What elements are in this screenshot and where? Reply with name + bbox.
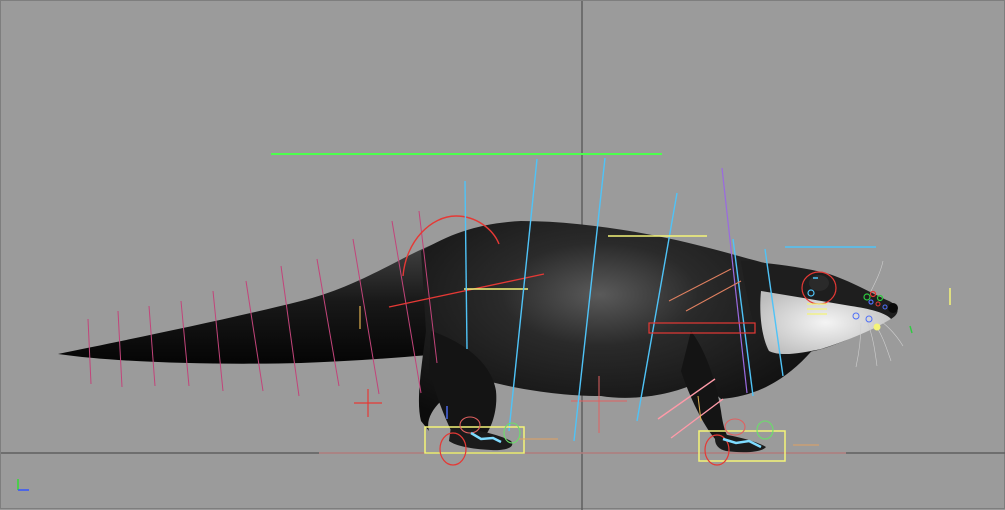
back-foot-heel-control[interactable] [503, 422, 521, 444]
front-foot-toe-control[interactable] [724, 418, 746, 436]
scene-canvas[interactable] [1, 1, 1005, 510]
mouth-control[interactable] [873, 323, 881, 331]
3d-viewport[interactable] [0, 0, 1005, 510]
otter-ear [809, 275, 829, 291]
snout-marker[interactable] [909, 325, 913, 334]
front-foot-heel-control[interactable] [756, 420, 774, 440]
ik-cross-control[interactable] [354, 389, 382, 417]
axis-gizmo [17, 479, 29, 491]
otter-nose [888, 303, 898, 313]
